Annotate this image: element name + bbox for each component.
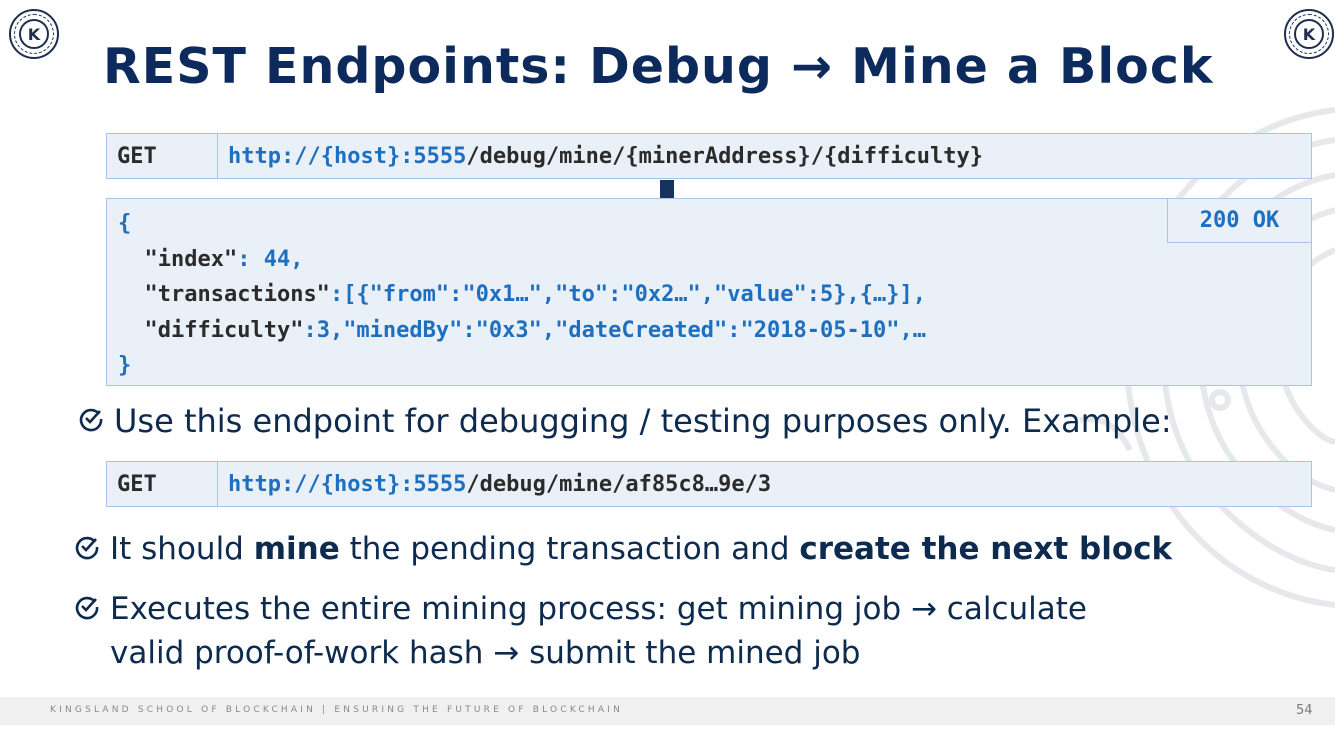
http-method: GET xyxy=(107,134,218,178)
logo-icon: K xyxy=(9,9,59,59)
endpoint-example-row: GET http://{host}:5555/debug/mine/af85c8… xyxy=(106,461,1312,507)
bullet-item: Executes the entire mining process: get … xyxy=(74,586,1087,676)
bullet-text: Executes the entire mining process: get … xyxy=(110,591,1087,627)
json-key: "difficulty" xyxy=(144,317,304,343)
check-icon xyxy=(79,408,103,432)
footer-text: KINGSLAND SCHOOL OF BLOCKCHAIN | ENSURIN… xyxy=(50,705,624,715)
response-body: { "index": 44, "transactions":[{"from":"… xyxy=(106,198,1312,386)
json-value: :[{"from":"0x1…","to":"0x2…","value":5},… xyxy=(329,282,926,307)
logo-icon: K xyxy=(1284,9,1334,59)
bullet-text: the pending transaction and xyxy=(339,531,800,567)
bullet-text: Use this endpoint for debugging / testin… xyxy=(114,402,1172,440)
status-badge: 200 OK xyxy=(1167,198,1312,243)
endpoint-row: GET http://{host}:5555/debug/mine/{miner… xyxy=(106,133,1312,179)
endpoint-url: http://{host}:5555/debug/mine/{minerAddr… xyxy=(218,144,983,169)
open-brace: { xyxy=(118,211,132,236)
page-title: REST Endpoints: Debug → Mine a Block xyxy=(103,38,1214,95)
json-value: : 44, xyxy=(237,246,304,272)
bullet-item: Use this endpoint for debugging / testin… xyxy=(78,398,1172,444)
bullet-text: It should xyxy=(110,531,254,567)
logo-letter: K xyxy=(1294,19,1324,49)
url-host: http://{host}:5555 xyxy=(228,143,467,169)
url-path: /debug/mine/af85c8…9e/3 xyxy=(466,471,772,497)
logo-letter: K xyxy=(19,19,49,49)
url-host: http://{host}:5555 xyxy=(228,471,467,497)
page-number: 54 xyxy=(1296,703,1313,718)
endpoint-url: http://{host}:5555/debug/mine/af85c8…9e/… xyxy=(218,472,771,497)
check-icon xyxy=(75,536,99,560)
bullet-text-line2: valid proof-of-work hash → submit the mi… xyxy=(110,635,861,671)
bullet-bold: create the next block xyxy=(799,531,1173,567)
close-brace: } xyxy=(118,353,132,378)
json-value: :3,"minedBy":"0x3","dateCreated":"2018-0… xyxy=(303,317,926,343)
bullet-bold: mine xyxy=(253,531,340,567)
url-path: /debug/mine/{minerAddress}/{difficulty} xyxy=(466,143,983,169)
check-icon xyxy=(75,596,99,620)
http-method: GET xyxy=(107,462,218,506)
json-key: "index" xyxy=(144,246,238,272)
bullet-item: It should mine the pending transaction a… xyxy=(74,526,1172,572)
json-key: "transactions" xyxy=(144,282,330,307)
